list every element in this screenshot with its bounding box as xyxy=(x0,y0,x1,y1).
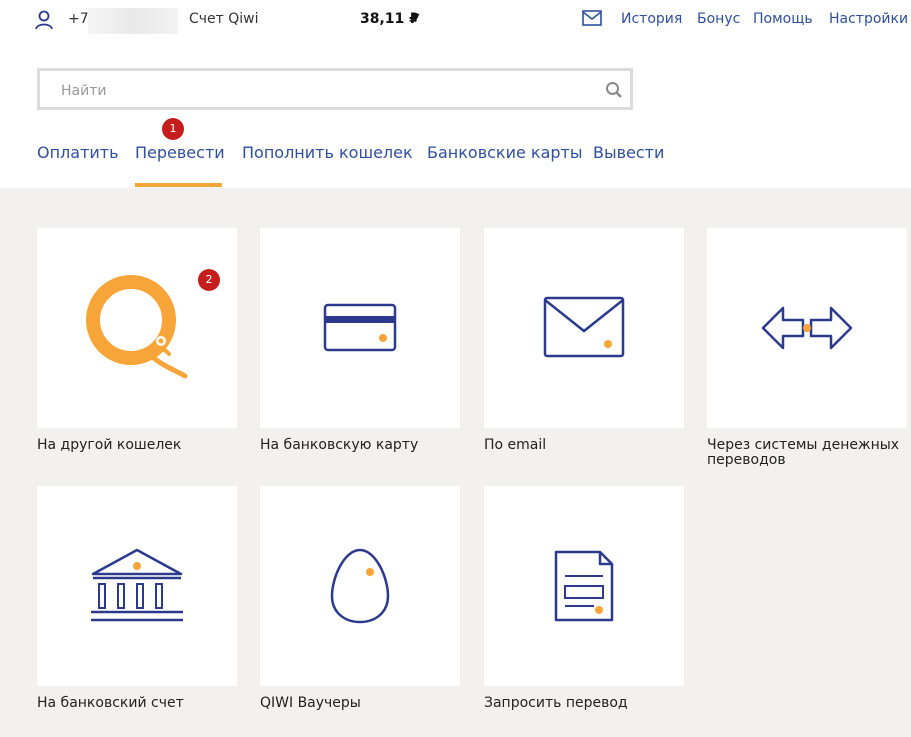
tile-label-bank-card: На банковскую карту xyxy=(260,437,419,453)
tile-other-wallet[interactable]: 2 xyxy=(37,228,237,428)
egg-voucher-icon xyxy=(330,548,390,624)
step-badge-2: 2 xyxy=(198,269,220,291)
active-tab-indicator xyxy=(135,183,222,187)
tile-label-email: По email xyxy=(484,437,547,453)
search-icon[interactable] xyxy=(605,81,623,99)
tile-label-bank-account: На банковский счет xyxy=(37,695,184,711)
tile-email[interactable] xyxy=(484,228,684,428)
qiwi-logo-icon xyxy=(86,275,188,379)
tile-label-qiwi-vouchers: QIWI Ваучеры xyxy=(260,695,361,711)
settings-link[interactable]: Настройки xyxy=(829,11,908,27)
step-badge-1: 1 xyxy=(162,118,184,140)
bonus-link[interactable]: Бонус xyxy=(697,11,740,27)
history-link[interactable]: История xyxy=(621,11,682,27)
tab-top-up[interactable]: Пополнить кошелек xyxy=(242,143,413,162)
phone-mask xyxy=(88,8,178,34)
tile-qiwi-vouchers[interactable] xyxy=(260,486,460,686)
top-bar: +79 Счет Qiwi 38,11 ₽ ▼ История Бонус По… xyxy=(0,0,911,40)
chevron-down-icon[interactable]: ▼ xyxy=(411,11,419,24)
bank-building-icon xyxy=(91,548,183,622)
search-input[interactable]: Найти xyxy=(37,68,633,110)
tab-pay[interactable]: Оплатить xyxy=(37,143,119,162)
mail-icon[interactable] xyxy=(582,10,602,26)
tile-money-transfer[interactable] xyxy=(707,228,907,428)
tile-label-other-wallet: На другой кошелек xyxy=(37,437,182,453)
transfer-options-grid: 2 На другой кошелек На банковскую карту … xyxy=(0,188,911,737)
envelope-icon xyxy=(543,296,625,358)
tile-label-request-transfer: Запросить перевод xyxy=(484,695,628,711)
tab-transfer[interactable]: Перевести xyxy=(135,143,225,162)
transfer-arrows-icon xyxy=(761,306,853,350)
bank-card-icon xyxy=(323,303,397,352)
search-placeholder: Найти xyxy=(61,83,107,99)
tab-withdraw[interactable]: Вывести xyxy=(593,143,664,162)
tile-label-money-transfer: Через системы денежных переводов xyxy=(707,437,900,468)
user-icon[interactable] xyxy=(35,10,53,30)
account-name: Счет Qiwi xyxy=(189,11,259,27)
tile-bank-account[interactable] xyxy=(37,486,237,686)
help-link[interactable]: Помощь xyxy=(753,11,813,27)
tile-request-transfer[interactable] xyxy=(484,486,684,686)
document-request-icon xyxy=(554,550,614,622)
tile-bank-card[interactable] xyxy=(260,228,460,428)
tab-bank-cards[interactable]: Банковские карты xyxy=(427,143,583,162)
